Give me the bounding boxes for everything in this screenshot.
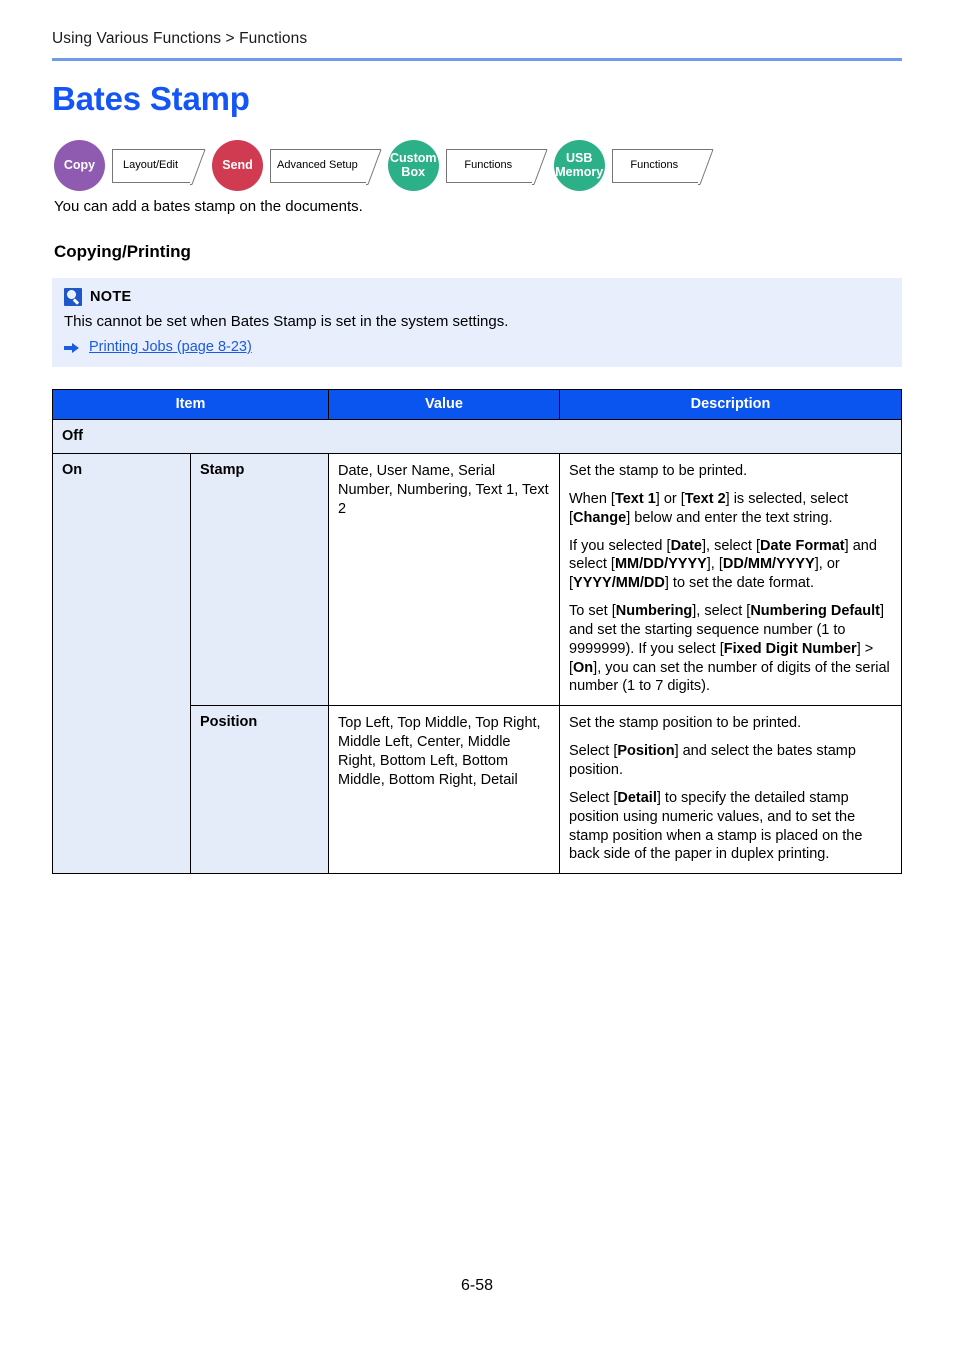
cell-position-description: Set the stamp position to be printed. Se… (559, 705, 902, 875)
note-box: NOTE This cannot be set when Bates Stamp… (52, 278, 902, 367)
header-divider (52, 58, 902, 61)
cell-stamp-description: Set the stamp to be printed. When [Text … (559, 452, 902, 707)
row-label-off: Off (52, 419, 902, 454)
usb-memory-mode-circle: USB Memory (553, 140, 605, 191)
send-mode-tab: Advanced Setup (270, 148, 382, 185)
section-heading: Copying/Printing (54, 242, 191, 261)
table-header-row: Item Value Description (52, 389, 902, 420)
intro-paragraph: You can add a bates stamp on the documen… (54, 198, 363, 215)
sub-row-label-position: Position (190, 705, 329, 875)
tab-slant-shape (190, 148, 206, 185)
usb-memory-mode-label: USB Memory (555, 151, 604, 179)
function-mode-row: Copy Layout/Edit Send Advanced Setup Cus… (54, 140, 720, 191)
table-head: Item Value Description (52, 389, 902, 420)
send-mode-circle: Send (212, 140, 263, 191)
tab-slant-shape (697, 148, 714, 185)
tab-slant-shape (531, 148, 548, 185)
custom-box-mode-label: Custom Box (389, 151, 437, 179)
table-row-on-stamp: On Stamp Date, User Name, Serial Number,… (52, 452, 902, 875)
usb-memory-mode-tab-label: Functions (630, 159, 679, 172)
custom-box-mode-circle: Custom Box (387, 140, 439, 191)
position-desc-p3: Select [Detail] to specify the detailed … (569, 789, 863, 863)
column-header-description: Description (559, 389, 902, 420)
table-body: Off On Stamp Date, User Name, Serial Num… (52, 419, 902, 875)
position-desc-p1: Set the stamp position to be printed. (569, 715, 802, 732)
copy-mode-label: Copy (63, 157, 96, 172)
page-header: Using Various Functions > Functions (52, 30, 902, 61)
note-info-icon (64, 288, 82, 306)
usb-memory-mode-tab: Functions (611, 148, 714, 185)
cell-stamp-value: Date, User Name, Serial Number, Numberin… (328, 452, 560, 707)
copy-mode-tab: Layout/Edit (112, 148, 206, 185)
tab-slant-shape (365, 148, 382, 185)
copy-mode-circle: Copy (54, 140, 105, 191)
send-mode-label: Send (222, 157, 253, 172)
column-header-value: Value (328, 389, 560, 420)
column-header-item: Item (52, 389, 329, 420)
stamp-desc-p1: Set the stamp to be printed. (569, 463, 748, 479)
position-value-text: Top Left, Top Middle, Top Right, Middle … (338, 715, 541, 788)
function-mode-copy: Copy Layout/Edit (54, 140, 206, 191)
function-mode-usb-memory: USB Memory Functions (553, 140, 714, 191)
note-header: NOTE (64, 288, 890, 306)
custom-box-mode-tab: Functions (445, 148, 548, 185)
table-row-off: Off (52, 419, 902, 454)
stamp-desc-p2: When [Text 1] or [Text 2] is selected, s… (569, 490, 849, 526)
function-mode-custom-box: Custom Box Functions (387, 140, 548, 191)
page-number: 6-58 (460, 1277, 494, 1294)
stamp-desc-p4: To set [Numbering], select [Numbering De… (569, 603, 890, 695)
send-mode-tab-label: Advanced Setup (277, 159, 358, 172)
sub-row-label-stamp: Stamp (190, 452, 329, 707)
function-mode-send: Send Advanced Setup (212, 140, 382, 191)
document-page: Using Various Functions > Functions Bate… (0, 0, 954, 1350)
page-title: Bates Stamp (52, 80, 250, 117)
cell-position-value: Top Left, Top Middle, Top Right, Middle … (328, 705, 560, 875)
note-link-row[interactable]: Printing Jobs (page 8-23) (64, 339, 890, 355)
stamp-value-text: Date, User Name, Serial Number, Numberin… (338, 463, 549, 517)
stamp-desc-p3: If you selected [Date], select [Date For… (569, 537, 877, 592)
row-label-on: On (52, 452, 191, 875)
note-title: NOTE (90, 289, 132, 305)
right-arrow-icon (64, 341, 80, 353)
copy-mode-tab-label: Layout/Edit (122, 159, 179, 172)
printing-jobs-link[interactable]: Printing Jobs (page 8-23) (89, 339, 252, 355)
page-footer: 6-58 (0, 1277, 954, 1295)
breadcrumb: Using Various Functions > Functions (52, 30, 308, 47)
custom-box-mode-tab-label: Functions (464, 159, 513, 172)
position-desc-p2: Select [Position] and select the bates s… (569, 743, 856, 778)
note-text: This cannot be set when Bates Stamp is s… (64, 313, 509, 330)
bates-stamp-spec-table: Item Value Description Off On Stamp Date… (52, 389, 902, 875)
